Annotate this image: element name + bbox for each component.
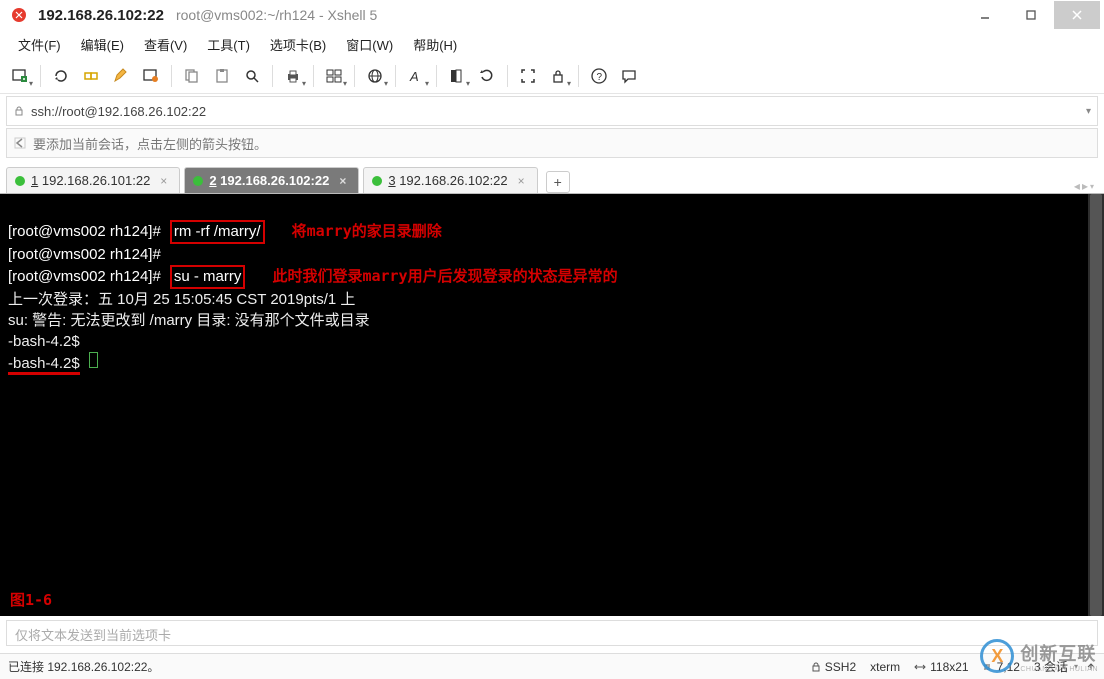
new-tab-button[interactable]: + xyxy=(546,171,570,193)
status-dot-icon xyxy=(193,176,203,186)
term-prompt: [root@vms002 rh124]# xyxy=(8,223,161,240)
compose-placeholder: 仅将文本发送到当前选项卡 xyxy=(15,628,171,643)
term-bash-prompt: -bash-4.2$ xyxy=(8,333,80,350)
copy-icon[interactable] xyxy=(178,62,206,90)
toolbar-separator xyxy=(171,65,172,87)
lock-icon[interactable]: ▾ xyxy=(544,62,572,90)
tab-close-icon[interactable]: × xyxy=(160,174,167,188)
menu-tools[interactable]: 工具(T) xyxy=(197,31,260,58)
menu-tab[interactable]: 选项卡(B) xyxy=(260,31,336,58)
window-title-host: 192.168.26.102:22 xyxy=(38,7,164,24)
watermark-logo: X 创新互联 CHUANGXIN HULIAN xyxy=(980,639,1098,673)
toolbar-separator xyxy=(354,65,355,87)
new-session-icon[interactable]: ▾ xyxy=(6,62,34,90)
status-term-type: xterm xyxy=(870,660,900,674)
tabstrip-arrows[interactable]: ◂▸▾ xyxy=(1074,179,1098,193)
term-annotation-1: 将marry的家目录删除 xyxy=(292,222,442,240)
tab-close-icon[interactable]: × xyxy=(518,174,525,188)
address-url: ssh://root@192.168.26.102:22 xyxy=(31,104,206,119)
help-icon[interactable]: ? xyxy=(585,62,613,90)
session-tab-3[interactable]: 3 192.168.26.102:22 × xyxy=(363,167,537,193)
svg-text:?: ? xyxy=(597,72,603,83)
address-dropdown-icon[interactable]: ▾ xyxy=(1086,106,1091,117)
term-prompt: [root@vms002 rh124]# xyxy=(8,268,161,285)
url-lock-icon xyxy=(13,105,25,117)
toolbar-separator xyxy=(436,65,437,87)
status-bar: 已连接 192.168.26.102:22。 SSH2 xterm 118x21… xyxy=(0,653,1104,679)
toolbar-separator xyxy=(272,65,273,87)
toolbar-separator xyxy=(40,65,41,87)
menu-bar: 文件(F) 编辑(E) 查看(V) 工具(T) 选项卡(B) 窗口(W) 帮助(… xyxy=(0,30,1104,58)
edit-pencil-icon[interactable] xyxy=(107,62,135,90)
app-xshell-icon xyxy=(10,6,28,24)
session-tabstrip: 1 192.168.26.101:22 × 2 192.168.26.102:2… xyxy=(0,164,1104,194)
address-bar[interactable]: ssh://root@192.168.26.102:22 ▾ xyxy=(6,96,1098,126)
hint-arrow-icon[interactable] xyxy=(13,136,27,150)
fullscreen-icon[interactable] xyxy=(514,62,542,90)
disconnect-icon[interactable] xyxy=(77,62,105,90)
window-title-path: root@vms002:~/rh124 - Xshell 5 xyxy=(176,7,377,23)
toolbar-separator xyxy=(313,65,314,87)
watermark-text: 创新互联 xyxy=(1020,640,1098,666)
minimize-button[interactable] xyxy=(962,1,1008,29)
close-button[interactable] xyxy=(1054,1,1100,29)
session-tab-2[interactable]: 2 192.168.26.102:22 × xyxy=(184,167,359,193)
title-bar: 192.168.26.102:22 root@vms002:~/rh124 - … xyxy=(0,0,1104,30)
encoding-icon[interactable]: ▾ xyxy=(361,62,389,90)
status-dot-icon xyxy=(15,176,25,186)
toolbar-separator xyxy=(395,65,396,87)
terminal-scrollbar[interactable] xyxy=(1088,194,1104,616)
toolbar-separator xyxy=(578,65,579,87)
term-bash-prompt: -bash-4.2$ xyxy=(8,355,80,375)
size-icon xyxy=(914,662,926,672)
term-output: 上一次登录：五 10月 25 15:05:45 CST 2019pts/1 上 xyxy=(8,291,355,308)
menu-view[interactable]: 查看(V) xyxy=(134,31,197,58)
menu-window[interactable]: 窗口(W) xyxy=(336,31,403,58)
toolbar-separator xyxy=(507,65,508,87)
term-output: su: 警告: 无法更改到 /marry 目录: 没有那个文件或目录 xyxy=(8,312,370,329)
hint-bar: 要添加当前会话，点击左侧的箭头按钮。 xyxy=(6,128,1098,158)
font-icon[interactable]: A▾ xyxy=(402,62,430,90)
hint-text: 要添加当前会话，点击左侧的箭头按钮。 xyxy=(33,134,267,153)
session-tab-label: 2 192.168.26.102:22 xyxy=(209,173,329,188)
menu-file[interactable]: 文件(F) xyxy=(8,31,71,58)
svg-text:A: A xyxy=(409,69,419,84)
status-size: 118x21 xyxy=(914,660,968,674)
menu-edit[interactable]: 编辑(E) xyxy=(71,31,134,58)
window-controls xyxy=(962,1,1100,29)
chat-icon[interactable] xyxy=(615,62,643,90)
status-dot-icon xyxy=(372,176,382,186)
tab-close-icon[interactable]: × xyxy=(339,174,346,188)
term-cmd-rm: rm -rf /marry/ xyxy=(170,220,265,244)
term-cmd-su: su - marry xyxy=(170,265,246,289)
terminal-cursor xyxy=(89,352,98,368)
toolbar: ▾ ▾ ▾ ▾ A▾ ▾ ▾ ? xyxy=(0,58,1104,94)
maximize-button[interactable] xyxy=(1008,1,1054,29)
print-icon[interactable]: ▾ xyxy=(279,62,307,90)
lock-small-icon xyxy=(811,662,821,672)
term-prompt: [root@vms002 rh124]# xyxy=(8,246,161,263)
term-annotation-2: 此时我们登录marry用户后发现登录的状态是异常的 xyxy=(272,267,617,285)
watermark-badge-icon: X xyxy=(980,639,1014,673)
watermark-subtext: CHUANGXIN HULIAN xyxy=(1020,666,1098,673)
status-protocol: SSH2 xyxy=(811,660,856,674)
color-scheme-icon[interactable]: ▾ xyxy=(443,62,471,90)
refresh-icon[interactable] xyxy=(473,62,501,90)
menu-help[interactable]: 帮助(H) xyxy=(403,31,467,58)
figure-label: 图1-6 xyxy=(10,590,52,610)
session-tab-1[interactable]: 1 192.168.26.101:22 × xyxy=(6,167,180,193)
session-tab-label: 3 192.168.26.102:22 xyxy=(388,173,507,188)
session-tab-label: 1 192.168.26.101:22 xyxy=(31,173,150,188)
terminal-view[interactable]: [root@vms002 rh124]# rm -rf /marry/ 将mar… xyxy=(0,194,1104,616)
properties-icon[interactable] xyxy=(137,62,165,90)
find-icon[interactable] xyxy=(238,62,266,90)
paste-icon[interactable] xyxy=(208,62,236,90)
compose-input[interactable]: 仅将文本发送到当前选项卡 xyxy=(6,620,1098,646)
reconnect-icon[interactable] xyxy=(47,62,75,90)
layout-icon[interactable]: ▾ xyxy=(320,62,348,90)
status-connected: 已连接 192.168.26.102:22。 xyxy=(8,658,159,675)
